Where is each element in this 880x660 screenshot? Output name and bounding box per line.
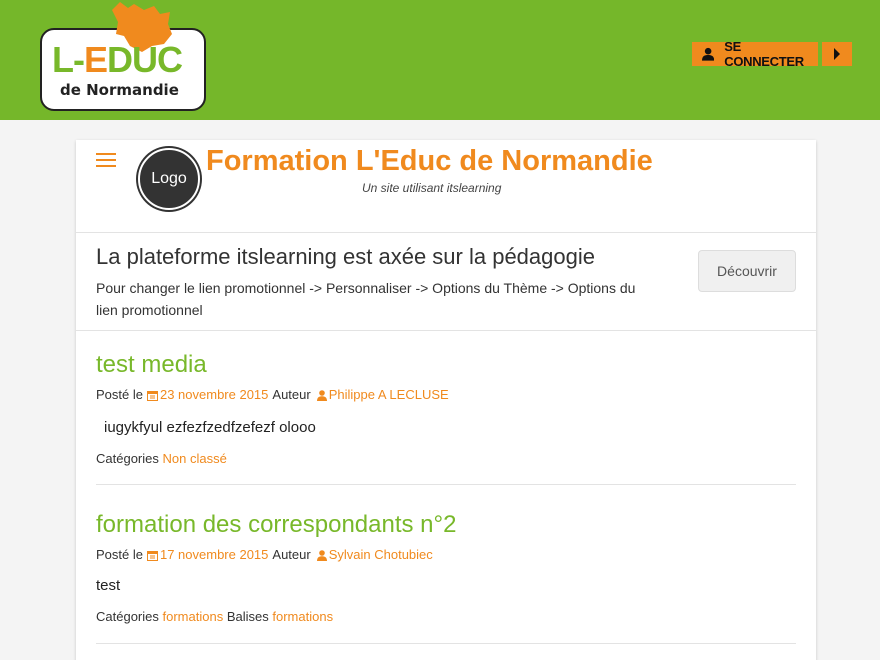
divider xyxy=(76,330,816,331)
post-excerpt: iugykfyul ezfezfzedfzefezf olooo xyxy=(104,419,316,436)
categories-label: Catégories xyxy=(96,451,159,466)
calendar-icon xyxy=(146,550,158,561)
author-icon xyxy=(316,549,327,561)
tag-link[interactable]: formations xyxy=(272,609,333,624)
connect-button[interactable]: SE CONNECTER xyxy=(692,39,818,69)
top-bar: L-EDUC de Normandie SE CONNECTER xyxy=(0,0,880,120)
category-link[interactable]: formations xyxy=(163,609,224,624)
category-link[interactable]: Non classé xyxy=(163,451,227,466)
post-separator xyxy=(96,484,796,485)
post-separator xyxy=(96,643,796,644)
connect-label: SE CONNECTER xyxy=(724,39,804,69)
post-author-link[interactable]: Sylvain Chotubiec xyxy=(329,546,433,564)
logo-title: L-EDUC xyxy=(52,39,183,80)
divider xyxy=(76,232,816,233)
author-icon xyxy=(316,389,327,401)
post-item: formation des correspondants n°2 Posté l… xyxy=(96,510,796,626)
caret-right-icon xyxy=(834,48,840,60)
calendar-icon xyxy=(146,390,158,401)
post-categories: Catégories formations Balises formations xyxy=(96,608,796,626)
tags-label: Balises xyxy=(226,609,269,624)
logo-subtitle: de Normandie xyxy=(60,81,179,99)
post-title[interactable]: formation des correspondants n°2 xyxy=(96,510,796,540)
post-categories: Catégories Non classé xyxy=(96,450,796,468)
promo-text: Pour changer le lien promotionnel -> Per… xyxy=(96,280,636,318)
post-excerpt: test xyxy=(96,577,121,594)
post-author-link[interactable]: Philippe A LECLUSE xyxy=(329,386,449,404)
categories-label: Catégories xyxy=(96,609,159,624)
post-item: test media Posté le 23 novembre 2015 Aut… xyxy=(96,350,796,468)
site-logo[interactable]: Logo xyxy=(138,148,200,210)
main-card: Logo Formation L'Educ de Normandie Un si… xyxy=(76,140,816,660)
connect-arrow-button[interactable] xyxy=(822,42,852,66)
posted-label: Posté le xyxy=(96,387,143,402)
post-meta: Posté le 23 novembre 2015 Auteur Philipp… xyxy=(96,386,796,404)
post-meta: Posté le 17 novembre 2015 Auteur Sylvain… xyxy=(96,546,796,564)
site-title[interactable]: Formation L'Educ de Normandie xyxy=(206,145,653,178)
site-tagline: Un site utilisant itslearning xyxy=(362,181,502,195)
discover-button[interactable]: Découvrir xyxy=(698,250,796,292)
connect-group: SE CONNECTER xyxy=(692,39,852,69)
user-icon xyxy=(702,47,715,61)
hamburger-icon[interactable] xyxy=(96,153,116,169)
promo-title: La plateforme itslearning est axée sur l… xyxy=(96,244,595,269)
author-label: Auteur xyxy=(272,387,311,402)
post-date-link[interactable]: 23 novembre 2015 xyxy=(160,386,268,404)
author-label: Auteur xyxy=(272,547,311,562)
post-title[interactable]: test media xyxy=(96,350,796,380)
posted-label: Posté le xyxy=(96,547,143,562)
post-date-link[interactable]: 17 novembre 2015 xyxy=(160,546,268,564)
